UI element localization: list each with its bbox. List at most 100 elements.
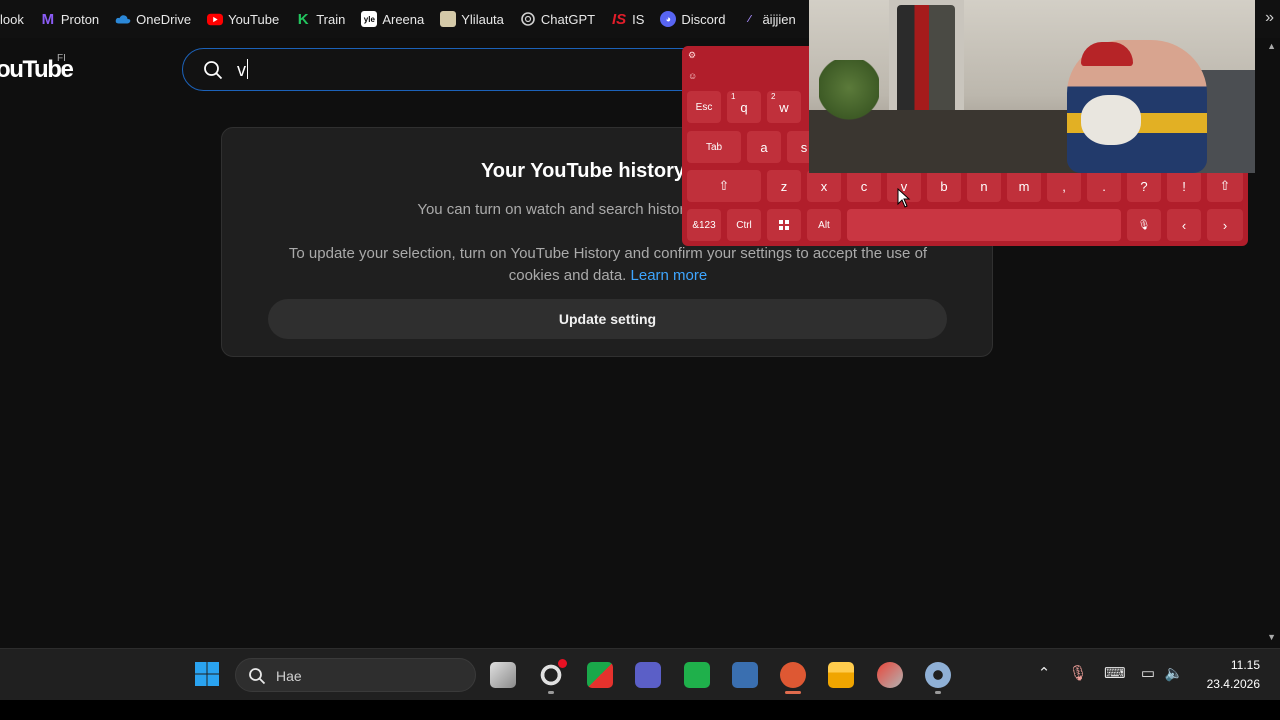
duckduckgo-icon[interactable]: [780, 662, 806, 688]
bookmark-label: ChatGPT: [540, 11, 596, 27]
key-esc[interactable]: Esc: [687, 91, 721, 123]
file-explorer-icon[interactable]: [828, 662, 854, 688]
key-shift-right[interactable]: ⇧: [1207, 170, 1243, 202]
key-symbols[interactable]: &123: [687, 209, 721, 241]
bookmark-label: OneDrive: [136, 11, 192, 27]
key-m[interactable]: m: [1007, 170, 1041, 202]
network-icon[interactable]: ▭: [1138, 664, 1158, 684]
key-q[interactable]: 1q: [727, 91, 761, 123]
key-n[interactable]: n: [967, 170, 1001, 202]
webcam-coats: [897, 5, 955, 115]
bookmark-label: Areena: [382, 11, 425, 27]
discord-icon: ◕: [660, 11, 677, 27]
update-setting-button[interactable]: Update setting: [268, 299, 947, 339]
app-running-indicator: [935, 691, 941, 694]
key-space[interactable]: [847, 209, 1121, 241]
bookmark-onedrive[interactable]: OneDrive: [107, 0, 199, 38]
bookmark-youtube[interactable]: YouTube: [199, 0, 287, 38]
key-exclamation[interactable]: !: [1167, 170, 1201, 202]
key-comma[interactable]: ,: [1047, 170, 1081, 202]
ylilauta-icon: [440, 11, 457, 27]
settings-gear-icon[interactable]: [925, 662, 951, 688]
key-mic-icon[interactable]: 🎙: [1127, 209, 1161, 241]
key-question[interactable]: ?: [1127, 170, 1161, 202]
bookmark-train[interactable]: K Train: [287, 0, 353, 38]
scroll-down-arrow-icon[interactable]: ▼: [1267, 632, 1276, 642]
search-input[interactable]: v: [182, 48, 742, 91]
webcam-overlay: [809, 0, 1255, 173]
search-icon: [249, 668, 266, 685]
mouse-cursor-icon: [897, 188, 911, 208]
notification-dot: [558, 659, 567, 668]
youtube-icon: [207, 11, 224, 27]
bookmark-label: Discord: [681, 11, 726, 27]
webcam-plant: [819, 60, 879, 130]
taskbar: Hae ⌃ 🎙 ⌨ ▭ 🔈 11.15 23.4.2026: [0, 648, 1280, 700]
key-shift-left[interactable]: ⇧: [687, 170, 761, 202]
onedrive-icon: [115, 11, 131, 27]
bookmark-proton[interactable]: M Proton: [32, 0, 107, 38]
is-icon: IS: [611, 10, 627, 28]
key-arrow-left[interactable]: ‹: [1167, 209, 1201, 241]
text-caret: [247, 59, 248, 79]
taskbar-search-placeholder: Hae: [276, 668, 302, 684]
bookmark-label: IS: [632, 11, 645, 27]
proton-icon: M: [41, 10, 55, 28]
active-app-indicator: [785, 691, 801, 694]
bookmark-label: Train: [316, 11, 346, 27]
key-alt[interactable]: Alt: [807, 209, 841, 241]
screen: look M Proton OneDrive YouTube K Train y…: [0, 0, 1280, 720]
key-x[interactable]: x: [807, 170, 841, 202]
bookmark-ylilauta[interactable]: Ylilauta: [432, 0, 512, 38]
app-swirl-icon[interactable]: [877, 662, 903, 688]
search-query: v: [237, 59, 248, 80]
keyboard-settings-icon[interactable]: ⚙: [688, 50, 696, 61]
tray-chevron-up-icon[interactable]: ⌃: [1034, 664, 1054, 684]
bookmark-label: look: [0, 11, 24, 27]
learn-more-link[interactable]: Learn more: [631, 267, 708, 284]
task-view-icon[interactable]: [490, 662, 516, 688]
bookmark-discord[interactable]: ◕ Discord: [652, 0, 733, 38]
keyboard-emoji-icon[interactable]: ☺: [688, 71, 697, 81]
key-windows-icon[interactable]: [767, 209, 801, 241]
scroll-up-arrow-icon[interactable]: ▲: [1267, 41, 1276, 51]
chatgpt-icon: [520, 11, 536, 27]
bookmark-label: Proton: [60, 11, 100, 27]
bookmark-label: äijjien: [762, 11, 796, 27]
clock-time[interactable]: 11.15: [1200, 658, 1260, 672]
key-period[interactable]: .: [1087, 170, 1121, 202]
key-w[interactable]: 2w: [767, 91, 801, 123]
key-c[interactable]: c: [847, 170, 881, 202]
bookmark-areena[interactable]: yle Areena: [353, 0, 432, 38]
key-z[interactable]: z: [767, 170, 801, 202]
microphone-icon[interactable]: 🎙: [1068, 664, 1088, 684]
volume-icon[interactable]: 🔈: [1164, 664, 1184, 684]
search-icon: [204, 61, 223, 80]
key-ctrl[interactable]: Ctrl: [727, 209, 761, 241]
yle-icon: yle: [361, 11, 378, 27]
clock-date[interactable]: 23.4.2026: [1190, 677, 1260, 691]
chart-app-icon[interactable]: [684, 662, 710, 688]
key-b[interactable]: b: [927, 170, 961, 202]
key-tab[interactable]: Tab: [687, 131, 741, 163]
screen-recorder-icon[interactable]: [635, 662, 661, 688]
calculator-icon[interactable]: [732, 662, 758, 688]
more-bookmarks-chevron-icon[interactable]: »: [1265, 9, 1274, 27]
key-a[interactable]: a: [747, 131, 781, 163]
app-green-red-icon[interactable]: [587, 662, 613, 688]
bookmark-label: YouTube: [228, 11, 280, 27]
webcam-red-cap: [1081, 42, 1133, 66]
keyboard-icon[interactable]: ⌨: [1104, 664, 1126, 684]
region-code: FI: [57, 53, 66, 64]
bookmark-is[interactable]: IS IS: [603, 0, 652, 38]
bookmark-aijjien[interactable]: ⁄ äijjien: [733, 0, 803, 38]
windows-start-icon[interactable]: [194, 661, 220, 687]
card-instructions: To update your selection, turn on YouTub…: [288, 245, 928, 284]
bookmark-chatgpt[interactable]: ChatGPT: [512, 0, 603, 38]
aijjien-icon: ⁄: [748, 13, 751, 25]
bookmark-outlook[interactable]: look: [0, 0, 32, 38]
webcam-dog: [1081, 95, 1141, 145]
key-arrow-right[interactable]: ›: [1207, 209, 1243, 241]
app-running-indicator: [548, 691, 554, 694]
taskbar-search[interactable]: Hae: [235, 658, 476, 692]
